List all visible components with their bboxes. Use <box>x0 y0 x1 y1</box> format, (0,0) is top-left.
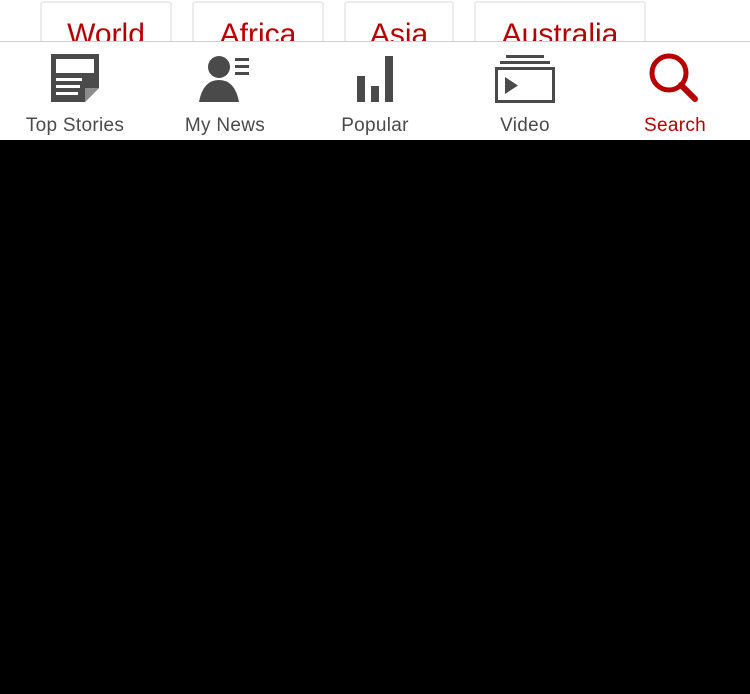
tab-my-news[interactable]: My News <box>150 42 300 140</box>
bar-chart-icon <box>300 52 450 108</box>
region-chip-asia[interactable]: Asia <box>344 1 454 42</box>
region-chip-africa[interactable]: Africa <box>192 1 324 42</box>
tab-label: Popular <box>341 115 409 136</box>
bottom-tab-bar: Top Stories My News Popular Video Search <box>0 41 750 140</box>
tab-label: My News <box>184 115 266 136</box>
region-chip-world[interactable]: World <box>40 1 172 42</box>
video-play-icon <box>450 52 600 108</box>
tab-label: Video <box>500 115 550 136</box>
tab-label: Top Stories <box>25 115 125 136</box>
tab-video[interactable]: Video <box>450 42 600 140</box>
newspaper-icon <box>0 52 150 108</box>
tab-popular[interactable]: Popular <box>300 42 450 140</box>
content-area <box>0 140 750 694</box>
person-news-icon <box>150 52 300 108</box>
tab-label: Search <box>643 115 706 136</box>
search-icon <box>600 52 750 108</box>
region-nav: World Africa Asia Australia <box>0 0 750 42</box>
tab-search[interactable]: Search <box>600 42 750 140</box>
region-chip-australia[interactable]: Australia <box>474 1 646 42</box>
tab-top-stories[interactable]: Top Stories <box>0 42 150 140</box>
